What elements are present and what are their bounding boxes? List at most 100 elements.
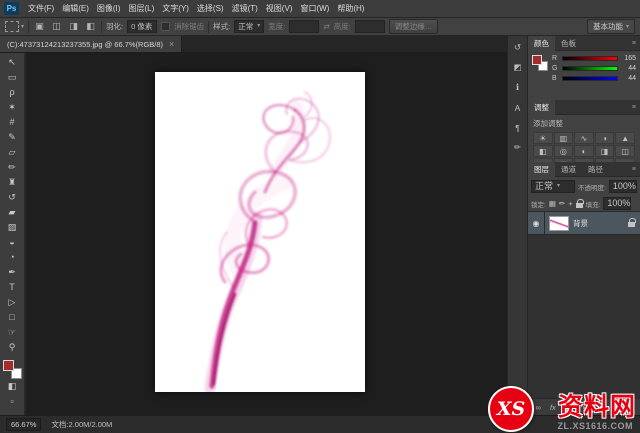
menu-filter[interactable]: 滤镜(T): [228, 0, 262, 17]
tool-preset-picker[interactable]: ▾: [5, 21, 24, 32]
document-canvas[interactable]: [155, 72, 365, 392]
visibility-toggle[interactable]: ◉: [528, 212, 545, 234]
tab-paths[interactable]: 路径: [582, 162, 609, 177]
panel-color-swatches[interactable]: [532, 55, 548, 71]
red-value[interactable]: 165: [621, 55, 636, 62]
tool-crop[interactable]: #: [1, 115, 24, 130]
document-tab[interactable]: (C):47373124213237355.jpg @ 66.7%(RGB/8)…: [0, 36, 183, 52]
panel-menu-icon[interactable]: ≡: [628, 40, 640, 47]
delete-layer-icon[interactable]: ✕: [626, 403, 632, 412]
tool-brush[interactable]: ✏: [1, 160, 24, 175]
exposure-icon[interactable]: ◑: [594, 132, 615, 144]
tool-rectangular-marquee[interactable]: ▭: [1, 70, 24, 85]
add-layer-mask-icon[interactable]: ◧: [565, 403, 572, 412]
photo-filter-icon[interactable]: ◨: [594, 145, 615, 157]
new-group-icon[interactable]: ▢: [595, 403, 602, 412]
menu-select[interactable]: 选择(S): [193, 0, 228, 17]
tool-lasso[interactable]: ρ: [1, 85, 24, 100]
vibrance-icon[interactable]: ▲: [615, 132, 635, 144]
tool-eraser[interactable]: ▰: [1, 205, 24, 220]
properties-panel-icon[interactable]: ◩: [510, 61, 526, 74]
menu-file[interactable]: 文件(F): [24, 0, 58, 17]
menu-window[interactable]: 窗口(W): [296, 0, 333, 17]
history-panel-icon[interactable]: ↺: [510, 41, 526, 54]
hue-saturation-icon[interactable]: ◧: [533, 145, 553, 157]
green-value[interactable]: 44: [621, 65, 636, 72]
tab-layers[interactable]: 图层: [528, 161, 555, 177]
opacity-dropdown[interactable]: 100%: [608, 180, 637, 193]
layer-row-background[interactable]: ◉ 背景: [528, 212, 640, 235]
canvas-area[interactable]: [26, 53, 507, 415]
foreground-color-swatch[interactable]: [2, 360, 14, 371]
menu-edit[interactable]: 编辑(E): [58, 0, 93, 17]
fill-dropdown[interactable]: 100%: [603, 197, 632, 210]
blue-value[interactable]: 44: [621, 75, 636, 82]
link-layers-icon[interactable]: ∞: [536, 403, 541, 412]
quick-mask-button[interactable]: ◧: [1, 379, 24, 394]
tab-adjustments[interactable]: 调整: [528, 99, 555, 115]
blend-mode-dropdown[interactable]: 正常 ▾: [531, 180, 575, 193]
character-panel-icon[interactable]: A: [510, 101, 526, 114]
zoom-level-input[interactable]: 66.67%: [6, 418, 42, 431]
swap-dimensions-icon[interactable]: ⇄: [323, 22, 329, 31]
channel-mixer-icon[interactable]: ◫: [615, 145, 635, 157]
menu-help[interactable]: 帮助(H): [333, 0, 368, 17]
panel-menu-icon[interactable]: ≡: [628, 166, 640, 173]
blue-slider[interactable]: [562, 76, 618, 81]
layer-style-icon[interactable]: fx: [550, 403, 556, 412]
antialias-checkbox[interactable]: [161, 22, 171, 31]
intersect-selection-icon[interactable]: ◧: [84, 20, 97, 33]
tool-zoom[interactable]: ⚲: [1, 340, 24, 355]
menu-image[interactable]: 图像(I): [93, 0, 125, 17]
tool-pen[interactable]: ✒: [1, 265, 24, 280]
tool-blur[interactable]: ◒: [1, 235, 24, 250]
new-adjustment-layer-icon[interactable]: ◑: [581, 403, 586, 412]
tool-move[interactable]: ↖: [1, 55, 24, 70]
layer-thumbnail[interactable]: [549, 215, 569, 231]
lock-position-icon[interactable]: +: [568, 199, 572, 208]
tool-hand[interactable]: ☞: [1, 325, 24, 340]
info-panel-icon[interactable]: ℹ: [510, 81, 526, 94]
style-dropdown[interactable]: 正常 ▾: [234, 20, 265, 33]
tool-path-selection[interactable]: ▷: [1, 295, 24, 310]
brightness-contrast-icon[interactable]: ☀: [533, 132, 553, 144]
color-balance-icon[interactable]: ◎: [553, 145, 574, 157]
add-selection-icon[interactable]: ◫: [50, 20, 63, 33]
height-input[interactable]: [354, 20, 385, 33]
tool-dodge[interactable]: ◔: [1, 250, 24, 265]
panel-menu-icon[interactable]: ≡: [628, 104, 640, 111]
menu-type[interactable]: 文字(Y): [158, 0, 193, 17]
tool-rectangle-shape[interactable]: □: [1, 310, 24, 325]
tool-gradient[interactable]: ▨: [1, 220, 24, 235]
tab-color[interactable]: 颜色: [528, 35, 555, 51]
workspace-switcher[interactable]: 基本功能 ▾: [586, 19, 635, 34]
tool-quick-selection[interactable]: ✶: [1, 100, 24, 115]
menu-view[interactable]: 视图(V): [262, 0, 297, 17]
paragraph-panel-icon[interactable]: ¶: [510, 121, 526, 134]
lock-pixels-icon[interactable]: ✏: [559, 199, 565, 208]
screen-mode-button[interactable]: ▫: [1, 394, 24, 409]
tool-history-brush[interactable]: ↺: [1, 190, 24, 205]
tool-spot-healing[interactable]: ▱: [1, 145, 24, 160]
green-slider[interactable]: [562, 66, 618, 71]
brush-presets-panel-icon[interactable]: ✏: [510, 141, 526, 154]
levels-icon[interactable]: ▥: [553, 132, 574, 144]
black-white-icon[interactable]: ◐: [574, 145, 594, 157]
new-selection-icon[interactable]: ▣: [33, 20, 46, 33]
color-swatches[interactable]: [2, 360, 22, 379]
curves-icon[interactable]: ∿: [574, 132, 594, 144]
tool-clone-stamp[interactable]: ♜: [1, 175, 24, 190]
new-layer-icon[interactable]: ⊞: [611, 403, 617, 412]
tab-channels[interactable]: 通道: [555, 162, 582, 177]
refine-edge-button[interactable]: 调整边缘…: [388, 19, 439, 34]
feather-input[interactable]: 0 像素: [127, 20, 158, 33]
subtract-selection-icon[interactable]: ◨: [67, 20, 80, 33]
tab-close-icon[interactable]: ×: [169, 39, 174, 49]
width-input[interactable]: [289, 20, 320, 33]
foreground-color-swatch[interactable]: [532, 55, 542, 65]
tab-swatches[interactable]: 色板: [555, 36, 582, 51]
tool-type[interactable]: T: [1, 280, 24, 295]
menu-layer[interactable]: 图层(L): [124, 0, 158, 17]
lock-transparency-icon[interactable]: ▦: [549, 199, 556, 208]
tool-eyedropper[interactable]: ✎: [1, 130, 24, 145]
